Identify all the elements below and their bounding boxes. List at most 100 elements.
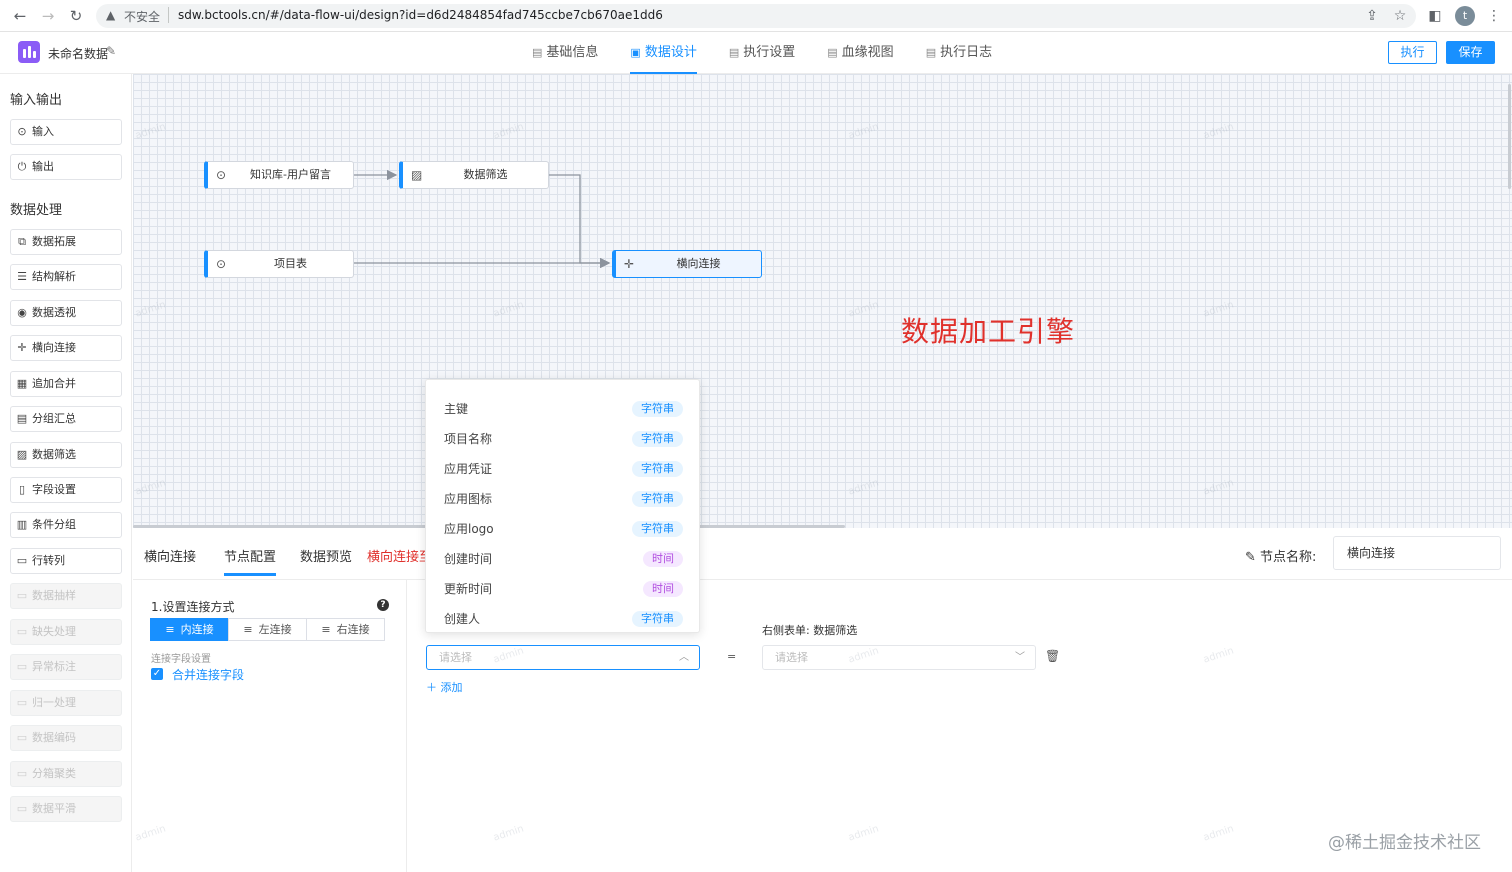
node-name-input[interactable]: 横向连接	[1333, 536, 1501, 570]
header-tabs: ▤ 基础信息 ▣ 数据设计 ▤ 执行设置 ▤ 血缘视图 ▤ 执行日志	[516, 32, 1008, 74]
help-icon[interactable]: ?	[377, 599, 389, 611]
palette-label: 横向连接	[32, 341, 76, 354]
reload-icon[interactable]: ↻	[66, 6, 86, 26]
inner-join-button[interactable]: ≡ 内连接	[150, 618, 229, 641]
dropdown-option[interactable]: 应用图标 字符串	[426, 483, 699, 513]
palette-label: 缺失处理	[32, 625, 76, 638]
flow-canvas[interactable]: ⊙ 知识库-用户留言 ▨ 数据筛选 ⊙ 项目表 ✛ 横向连接 数据加工引擎 ad…	[133, 74, 1512, 528]
address-bar[interactable]: ▲ 不安全 sdw.bctools.cn/#/data-flow-ui/desi…	[96, 4, 1416, 28]
grid-icon: ▥	[16, 518, 28, 531]
tab-basic-info[interactable]: ▤ 基础信息	[516, 32, 614, 74]
chevron-up-icon: ︿	[679, 652, 689, 663]
save-button[interactable]: 保存	[1446, 41, 1495, 64]
app-logo-icon	[18, 41, 40, 63]
palette-label: 字段设置	[32, 483, 76, 496]
url-text[interactable]: sdw.bctools.cn/#/data-flow-ui/design?id=…	[178, 8, 663, 22]
left-field-select[interactable]: 请选择 ︿	[426, 645, 700, 670]
type-tag: 字符串	[632, 461, 683, 477]
option-name: 更新时间	[444, 582, 493, 596]
more-icon[interactable]: ⋮	[1484, 6, 1504, 26]
tab-label: 血缘视图	[841, 45, 894, 60]
app-title: 未命名数据	[48, 47, 109, 61]
browser-toolbar: ← → ↻ ▲ 不安全 sdw.bctools.cn/#/data-flow-u…	[0, 0, 1512, 32]
watermark: admin	[492, 823, 526, 844]
edit-title-icon[interactable]: ✎	[106, 44, 116, 58]
palette-label: 数据透视	[32, 306, 76, 319]
share-icon[interactable]: ⇪	[1362, 6, 1382, 26]
node-palette: 输入输出 ⊙ 输入 ⏻ 输出 数据处理 ⧉ 数据拓展 ☰ 结构解析 ◉ 数据透视 ✛ 横向连…	[0, 74, 132, 872]
merge-fields-checkbox[interactable]: ✓	[151, 668, 163, 680]
edit-icon: ✎	[1245, 550, 1261, 565]
tab-data-design[interactable]: ▣ 数据设计	[614, 32, 712, 74]
design-icon: ▣	[630, 46, 641, 59]
dropdown-option[interactable]: 更新时间 时间	[426, 573, 699, 603]
palette-item-condition-group[interactable]: ▥ 条件分组	[10, 512, 122, 538]
doc-icon: ▯	[18, 483, 26, 496]
dropdown-option[interactable]: 项目名称 字符串	[426, 423, 699, 453]
right-join-button[interactable]: ≡ 右连接	[306, 618, 385, 641]
palette-item-data-expand[interactable]: ⧉ 数据拓展	[10, 229, 122, 255]
palette-item-horizontal-join[interactable]: ✛ 横向连接	[10, 335, 122, 361]
document-icon: ▤	[532, 46, 543, 59]
palette-item-append-merge[interactable]: ▦ 追加合并	[10, 371, 122, 397]
palette-item-group-summary[interactable]: ▤ 分组汇总	[10, 406, 122, 432]
sidepanel-icon[interactable]: ◧	[1425, 6, 1445, 26]
palette-item-struct-parse[interactable]: ☰ 结构解析	[10, 264, 122, 290]
palette-item-row-to-col[interactable]: ▭ 行转列	[10, 548, 122, 574]
sliders-icon: ≡	[165, 623, 175, 636]
flow-node-label: 项目表	[274, 257, 307, 270]
option-name: 应用logo	[444, 522, 494, 536]
left-join-button[interactable]: ≡ 左连接	[228, 618, 307, 641]
dropdown-option[interactable]: 创建时间 时间	[426, 543, 699, 573]
tab-exec-log[interactable]: ▤ 执行日志	[910, 32, 1008, 74]
type-tag: 字符串	[632, 521, 683, 537]
select-placeholder: 请选择	[775, 651, 808, 664]
palette-item-pivot[interactable]: ◉ 数据透视	[10, 300, 122, 326]
field-dropdown: 主键 字符串 项目名称 字符串 应用凭证 字符串 应用图标 字符串 应用logo 字符串 …	[425, 379, 700, 633]
forward-icon[interactable]: →	[38, 6, 58, 26]
profile-avatar[interactable]: t	[1455, 6, 1475, 26]
palette-item-input[interactable]: ⊙ 输入	[10, 119, 122, 145]
flow-node-horizontal-join[interactable]: ✛ 横向连接	[612, 250, 762, 278]
folder-icon: ▭	[16, 625, 28, 638]
palette-item-data-filter[interactable]: ▨ 数据筛选	[10, 442, 122, 468]
tab-node-title[interactable]: 横向连接	[144, 546, 196, 565]
back-icon[interactable]: ←	[10, 6, 30, 26]
tab-join-to[interactable]: 横向连接至	[367, 546, 432, 565]
run-button[interactable]: 执行	[1388, 41, 1437, 64]
dropdown-option[interactable]: 主键 字符串	[426, 393, 699, 423]
tab-data-preview[interactable]: 数据预览	[300, 546, 352, 565]
flow-node-knowledge-messages[interactable]: ⊙ 知识库-用户留言	[204, 161, 354, 189]
option-name: 项目名称	[444, 432, 493, 446]
add-condition-button[interactable]: ＋ 添加	[426, 679, 463, 695]
sliders-icon: ≡	[321, 623, 331, 636]
flow-node-project-table[interactable]: ⊙ 项目表	[204, 250, 354, 278]
folder-icon: ▭	[16, 731, 28, 744]
right-table-label: 右侧表单: 数据筛选	[762, 624, 858, 637]
type-tag: 时间	[643, 581, 683, 597]
right-field-select[interactable]: 请选择 ﹀	[762, 645, 1036, 670]
tab-exec-settings[interactable]: ▤ 执行设置	[713, 32, 811, 74]
palette-item-output[interactable]: ⏻ 输出	[10, 154, 122, 180]
delete-icon[interactable]: 🗑	[1045, 649, 1060, 663]
plus-icon: ＋	[426, 681, 441, 694]
palette-label: 数据平滑	[32, 802, 76, 815]
tab-lineage-view[interactable]: ▤ 血缘视图	[811, 32, 909, 74]
flow-node-label: 横向连接	[676, 257, 721, 270]
dropdown-option[interactable]: 应用凭证 字符串	[426, 453, 699, 483]
canvas-vertical-scrollbar[interactable]	[1508, 84, 1511, 189]
dropdown-option[interactable]: 应用logo 字符串	[426, 513, 699, 543]
palette-label: 输出	[32, 160, 54, 173]
tab-node-config[interactable]: 节点配置	[224, 546, 277, 576]
join-section-title: 1.设置连接方式	[151, 600, 235, 614]
merge-fields-label[interactable]: 合并连接字段	[172, 666, 244, 683]
palette-item-field-settings[interactable]: ▯ 字段设置	[10, 477, 122, 503]
eye-icon: ◉	[17, 306, 27, 319]
flow-node-data-filter[interactable]: ▨ 数据筛选	[399, 161, 549, 189]
palette-label: 异常标注	[32, 660, 76, 673]
palette-item-normalize: ▭ 归一处理	[10, 690, 122, 716]
dropdown-option[interactable]: 创建人 字符串	[426, 603, 699, 632]
palette-item-binning: ▭ 分箱聚类	[10, 761, 122, 787]
option-name: 创建时间	[444, 552, 493, 566]
star-icon[interactable]: ☆	[1390, 6, 1410, 26]
